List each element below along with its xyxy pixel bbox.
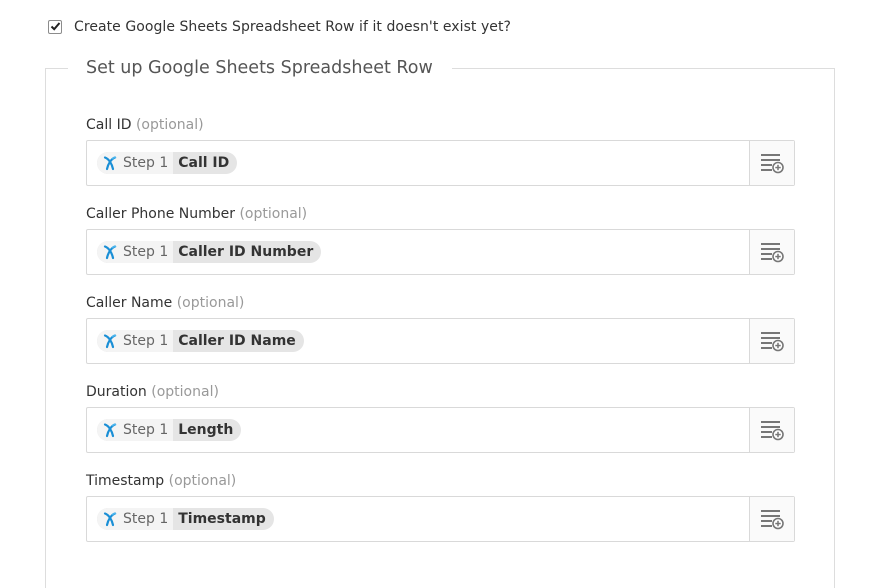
timestamp-input[interactable]: Step 1 Timestamp: [86, 496, 795, 542]
pill-value: Caller ID Number: [178, 244, 314, 260]
field-call-id: Call ID (optional) Step 1 Call ID: [86, 116, 795, 186]
mapped-field-pill[interactable]: Step 1 Call ID: [97, 152, 238, 174]
insert-field-icon: [761, 510, 784, 530]
create-row-label[interactable]: Create Google Sheets Spreadsheet Row if …: [74, 19, 511, 35]
insert-field-icon: [761, 243, 784, 263]
field-label: Caller Phone Number (optional): [86, 205, 795, 223]
field-caller-name: Caller Name (optional) Step 1 Caller ID …: [86, 294, 795, 364]
pill-value: Caller ID Name: [178, 333, 296, 349]
create-row-option: Create Google Sheets Spreadsheet Row if …: [48, 16, 511, 38]
checkmark-icon: [50, 22, 61, 31]
field-caller-phone-number: Caller Phone Number (optional) Step 1 Ca…: [86, 205, 795, 275]
field-label: Timestamp (optional): [86, 472, 795, 490]
call-id-input[interactable]: Step 1 Call ID: [86, 140, 795, 186]
pill-step: Step 1: [123, 155, 169, 171]
insert-field-button[interactable]: [749, 319, 794, 363]
create-row-checkbox[interactable]: [48, 20, 62, 34]
insert-field-button[interactable]: [749, 230, 794, 274]
field-label: Caller Name (optional): [86, 294, 795, 312]
mapped-field-pill[interactable]: Step 1 Timestamp: [97, 508, 274, 530]
field-label-text: Duration: [86, 384, 147, 400]
app-logo-icon: [103, 512, 117, 527]
optional-tag: (optional): [135, 117, 204, 133]
field-label: Call ID (optional): [86, 116, 795, 134]
field-label-text: Caller Name: [86, 295, 173, 311]
optional-tag: (optional): [151, 384, 219, 400]
mapped-field-pill[interactable]: Step 1 Length: [97, 419, 242, 441]
section-legend: Set up Google Sheets Spreadsheet Row: [68, 56, 452, 80]
optional-tag: (optional): [176, 295, 245, 311]
app-logo-icon: [103, 245, 117, 260]
insert-field-button[interactable]: [749, 497, 794, 541]
field-duration: Duration (optional) Step 1 Length: [86, 383, 795, 453]
pill-value: Call ID: [178, 155, 230, 171]
insert-field-icon: [761, 421, 784, 441]
insert-field-button[interactable]: [749, 141, 794, 185]
insert-field-icon: [761, 332, 784, 352]
pill-step: Step 1: [123, 244, 169, 260]
optional-tag: (optional): [239, 206, 308, 222]
caller-phone-number-input[interactable]: Step 1 Caller ID Number: [86, 229, 795, 275]
app-logo-icon: [103, 334, 117, 349]
pill-value: Timestamp: [178, 511, 266, 527]
duration-input[interactable]: Step 1 Length: [86, 407, 795, 453]
field-label-text: Call ID: [86, 117, 132, 133]
caller-name-input[interactable]: Step 1 Caller ID Name: [86, 318, 795, 364]
pill-step: Step 1: [123, 333, 169, 349]
field-label-text: Caller Phone Number: [86, 206, 236, 222]
insert-field-icon: [761, 154, 784, 174]
field-timestamp: Timestamp (optional) Step 1 Timestamp: [86, 472, 795, 542]
app-logo-icon: [103, 423, 117, 438]
optional-tag: (optional): [168, 473, 237, 489]
pill-value: Length: [178, 422, 234, 438]
insert-field-button[interactable]: [749, 408, 794, 452]
pill-step: Step 1: [123, 422, 169, 438]
field-label-text: Timestamp: [86, 473, 165, 489]
field-label: Duration (optional): [86, 383, 795, 401]
mapped-field-pill[interactable]: Step 1 Caller ID Number: [97, 241, 322, 263]
app-logo-icon: [103, 156, 117, 171]
pill-step: Step 1: [123, 511, 169, 527]
mapped-field-pill[interactable]: Step 1 Caller ID Name: [97, 330, 304, 352]
